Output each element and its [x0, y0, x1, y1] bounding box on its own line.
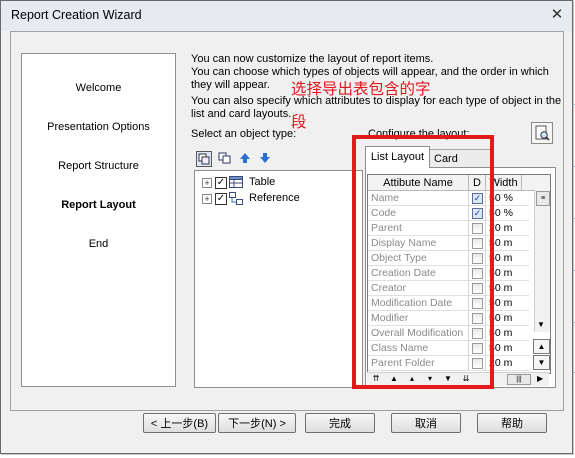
annotation-text: 段 [291, 113, 307, 131]
instruction-line: list and card layouts. [191, 108, 292, 120]
tree-checkbox-reference[interactable]: ✓ [215, 193, 227, 205]
step-welcome: Welcome [75, 82, 122, 94]
finish-button[interactable]: 完成 [305, 413, 375, 433]
tree-item-reference[interactable]: + ✓ Reference [195, 191, 360, 207]
copy-icon[interactable] [218, 151, 232, 165]
step-presentation-options: Presentation Options [47, 121, 150, 133]
step-end: End [88, 238, 109, 250]
tree-label: Table [249, 176, 276, 188]
move-bottom-icon[interactable]: ▼ [533, 355, 550, 370]
instruction-line: they will appear. [191, 79, 270, 91]
move-down-icon[interactable] [258, 151, 272, 165]
move-top-icon[interactable]: ▲ [533, 339, 550, 354]
tree-label: Reference [249, 192, 300, 204]
object-type-label: Select an object type: [191, 128, 297, 140]
scroll-right-icon[interactable]: ▶ [537, 374, 543, 383]
column-header-filler [522, 175, 550, 191]
tree-checkbox-table[interactable]: ✓ [215, 177, 227, 189]
title-bar[interactable]: Report Creation Wizard ✕ [1, 1, 572, 31]
scroll-down-icon[interactable]: ▼ [537, 320, 545, 329]
annotation-text: 选择导出表包含的字 [291, 80, 431, 98]
move-up-icon[interactable] [238, 151, 252, 165]
table-icon [229, 176, 243, 188]
help-button[interactable]: 帮助 [477, 413, 547, 433]
instruction-line: You can now customize the layout of repo… [191, 53, 434, 65]
scroll-thumb[interactable]: ≡ [536, 191, 550, 206]
window-title: Report Creation Wizard [11, 8, 142, 22]
hscroll-thumb[interactable]: ||| [507, 374, 531, 385]
steps-panel: Welcome Presentation Options Report Stru… [21, 53, 176, 387]
properties-icon[interactable] [196, 151, 212, 167]
grid-vertical-scrollbar[interactable]: ≡ ▼ [534, 190, 550, 332]
reference-icon [229, 192, 243, 205]
tree-item-table[interactable]: + ✓ Table [195, 175, 360, 191]
step-report-structure: Report Structure [58, 160, 139, 172]
close-icon[interactable]: ✕ [544, 4, 570, 26]
expand-icon[interactable]: + [202, 178, 212, 188]
cancel-button[interactable]: 取消 [391, 413, 461, 433]
annotation-highlight-box [352, 135, 494, 389]
expand-icon[interactable]: + [202, 194, 212, 204]
back-button[interactable]: < 上一步(B) [143, 413, 216, 433]
object-type-tree: + ✓ Table + ✓ Reference [194, 170, 363, 388]
next-button[interactable]: 下一步(N) > [218, 413, 296, 433]
preview-icon[interactable] [531, 122, 553, 144]
step-report-layout: Report Layout [61, 199, 136, 211]
